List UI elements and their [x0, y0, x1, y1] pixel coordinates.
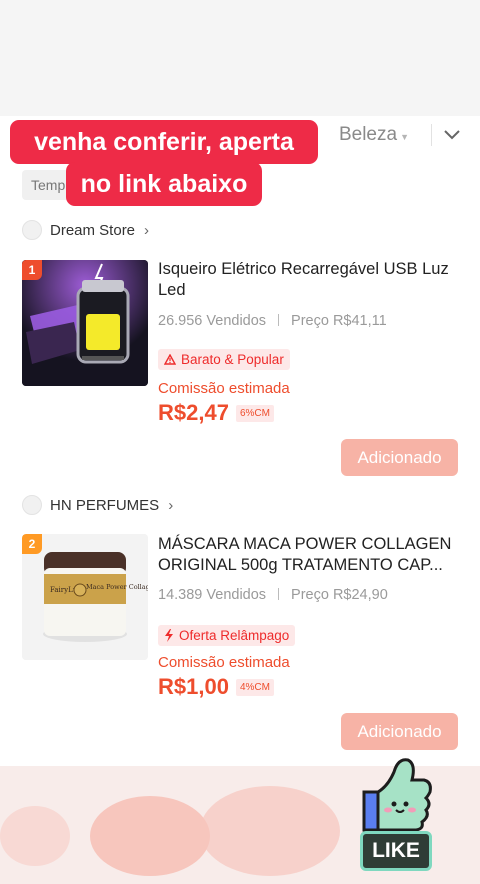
chevron-right-icon: ›: [168, 496, 174, 514]
commission-percent: 6%CM: [235, 404, 274, 422]
tab-divider: [431, 124, 432, 146]
commission-row: R$1,00 4%CM: [158, 674, 274, 700]
blur-blob: [200, 786, 340, 876]
store-name: HN PERFUMES: [50, 496, 160, 514]
product-image[interactable]: FairyLu Maca Power Collagen 2: [22, 534, 148, 660]
status-badge: Oferta Relâmpago: [158, 625, 296, 646]
product-image[interactable]: 1: [22, 260, 148, 386]
warning-triangle-icon: [164, 354, 176, 365]
badge-label: Oferta Relâmpago: [179, 628, 290, 643]
store-name: Dream Store: [50, 221, 136, 239]
meta-divider: [278, 588, 280, 600]
product-price: Preço R$41,11: [291, 313, 387, 329]
blur-blob: [90, 796, 210, 876]
blurred-top-area: [0, 0, 480, 116]
rank-badge: 2: [22, 534, 42, 554]
filter-chip[interactable]: Temp: [22, 170, 72, 200]
commission-row: R$2,47 6%CM: [158, 400, 274, 426]
thumbs-up-icon: [362, 758, 432, 832]
product-meta: 14.389 Vendidos Preço R$24,90: [158, 587, 388, 603]
category-tabs: Beleza ▼: [339, 124, 460, 146]
commission-value: R$2,47: [158, 400, 229, 425]
commission-percent: 4%CM: [235, 678, 274, 696]
store-avatar: [22, 495, 42, 515]
store-row[interactable]: HN PERFUMES ›: [22, 495, 173, 515]
store-row[interactable]: Dream Store ›: [22, 220, 149, 240]
commission-value: R$1,00: [158, 674, 229, 699]
sold-count: 14.389 Vendidos: [158, 587, 267, 603]
like-sticker: LIKE: [358, 752, 434, 872]
commission-label: Comissão estimada: [158, 380, 290, 397]
status-badge: Barato & Popular: [158, 349, 290, 370]
badge-label: Barato & Popular: [181, 352, 284, 367]
store-avatar: [22, 220, 42, 240]
meta-divider: [278, 314, 280, 326]
like-label: LIKE: [360, 831, 432, 871]
rank-badge: 1: [22, 260, 42, 280]
blur-blob: [0, 806, 70, 866]
caret-down-icon: ▼: [400, 132, 409, 142]
added-button[interactable]: Adicionado: [341, 713, 458, 750]
chevron-right-icon: ›: [144, 221, 150, 239]
caption-line-1: venha conferir, aperta: [10, 120, 318, 164]
chevron-down-icon[interactable]: [444, 130, 460, 140]
tab-beleza[interactable]: Beleza: [339, 124, 397, 146]
product-price: Preço R$24,90: [291, 587, 388, 603]
lightning-icon: [164, 629, 174, 642]
product-title[interactable]: Isqueiro Elétrico Recarregável USB Luz L…: [158, 259, 462, 301]
sold-count: 26.956 Vendidos: [158, 313, 267, 329]
added-button[interactable]: Adicionado: [341, 439, 458, 476]
product-meta: 26.956 Vendidos Preço R$41,11: [158, 313, 387, 329]
caption-line-2: no link abaixo: [66, 162, 262, 206]
product-title[interactable]: MÁSCARA MACA POWER COLLAGEN ORIGINAL 500…: [158, 534, 462, 576]
commission-label: Comissão estimada: [158, 654, 290, 671]
jar-label: Maca Power Collagen: [86, 583, 148, 591]
